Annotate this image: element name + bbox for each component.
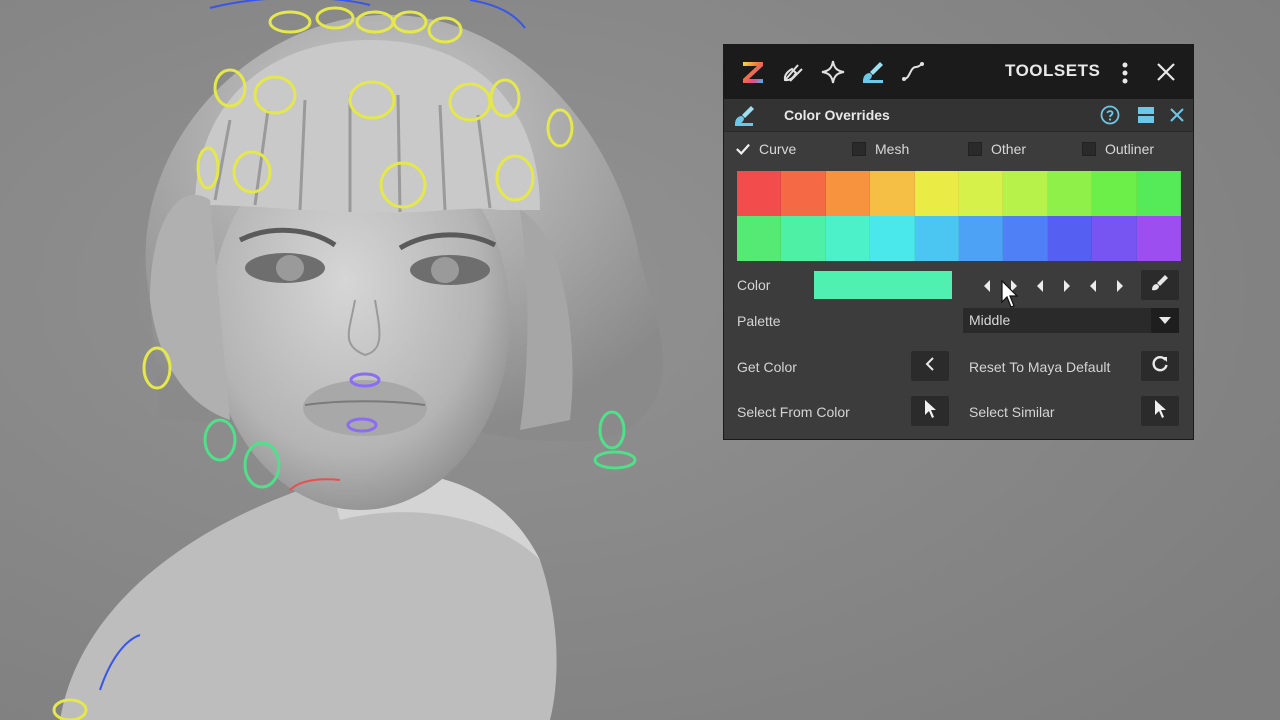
layout-icon[interactable] — [1136, 105, 1156, 125]
override-type-checkboxes: Curve Mesh Other Outliner — [736, 141, 1186, 161]
paint-brush-icon[interactable] — [860, 59, 886, 85]
color-swatch[interactable] — [1003, 216, 1048, 261]
cursor-icon — [923, 399, 937, 424]
other-checkbox[interactable]: Other — [968, 141, 1026, 157]
close-panel-icon[interactable] — [1168, 106, 1186, 124]
color-swatch[interactable] — [825, 216, 871, 261]
color-swatch[interactable] — [914, 171, 959, 216]
mouse-pointer-icon — [1000, 279, 1020, 310]
left-arrow-icon[interactable] — [1080, 276, 1107, 296]
color-swatch[interactable] — [870, 171, 915, 216]
checkbox-box — [852, 142, 866, 156]
color-swatch[interactable] — [1047, 171, 1093, 216]
sparkle-icon[interactable] — [820, 59, 846, 85]
get-color-label: Get Color — [737, 359, 797, 375]
current-color-field[interactable] — [814, 271, 952, 299]
checkbox-label: Mesh — [875, 141, 910, 157]
color-swatch[interactable] — [737, 216, 782, 261]
toolsets-title: TOOLSETS — [1005, 61, 1101, 80]
color-swatch[interactable] — [1136, 171, 1181, 216]
z-logo-icon[interactable] — [740, 59, 766, 85]
palette-value: Middle — [969, 312, 1011, 328]
paint-brush-icon — [1150, 273, 1170, 298]
select-similar-button[interactable] — [1141, 396, 1179, 426]
right-arrow-icon[interactable] — [1054, 276, 1081, 296]
checkbox-box — [1082, 142, 1096, 156]
get-color-button[interactable] — [911, 351, 949, 381]
color-swatch[interactable] — [737, 171, 782, 216]
color-swatch[interactable] — [1092, 216, 1137, 261]
color-swatch[interactable] — [825, 171, 871, 216]
curve-checkbox[interactable]: Curve — [736, 141, 796, 157]
color-swatch-grid — [737, 171, 1181, 261]
checkmark-icon — [736, 142, 750, 156]
left-arrow-icon[interactable] — [974, 276, 1001, 296]
checkbox-label: Curve — [759, 141, 797, 157]
panel-title: Color Overrides — [784, 107, 890, 123]
color-swatch[interactable] — [870, 216, 915, 261]
toolsets-header: TOOLSETS — [724, 45, 1193, 99]
select-similar-label: Select Similar — [969, 404, 1055, 420]
checkbox-box — [968, 142, 982, 156]
color-step-arrows — [974, 276, 1133, 296]
paint-brush-icon — [732, 103, 758, 129]
chevron-down-icon — [1151, 308, 1179, 333]
palette-dropdown[interactable]: Middle — [963, 308, 1179, 333]
palette-label: Palette — [737, 313, 781, 329]
curve-icon[interactable] — [900, 59, 926, 85]
rocket-brush-icon[interactable] — [780, 59, 806, 85]
cursor-icon — [1153, 399, 1167, 424]
help-icon[interactable] — [1100, 105, 1120, 125]
color-swatch[interactable] — [914, 216, 959, 261]
refresh-icon — [1150, 354, 1170, 379]
color-swatch[interactable] — [959, 171, 1004, 216]
checkbox-label: Outliner — [1105, 141, 1155, 157]
color-overrides-header: Color Overrides — [724, 99, 1193, 132]
select-from-color-label: Select From Color — [737, 404, 850, 420]
more-menu-icon[interactable] — [1118, 61, 1132, 85]
checkbox-label: Other — [991, 141, 1027, 157]
chevron-left-icon — [925, 356, 935, 376]
color-swatch[interactable] — [1003, 171, 1048, 216]
left-arrow-icon[interactable] — [1027, 276, 1054, 296]
color-swatch[interactable] — [959, 216, 1004, 261]
color-swatch[interactable] — [1092, 171, 1137, 216]
color-label: Color — [737, 277, 771, 293]
reset-label: Reset To Maya Default — [969, 359, 1111, 375]
color-swatch[interactable] — [781, 216, 826, 261]
toolsets-panel: TOOLSETS Color Overrides Curve Mesh Othe… — [723, 44, 1194, 440]
apply-color-button[interactable] — [1141, 270, 1179, 300]
select-from-color-button[interactable] — [911, 396, 949, 426]
color-swatch[interactable] — [1136, 216, 1181, 261]
color-swatch[interactable] — [1047, 216, 1093, 261]
reset-to-default-button[interactable] — [1141, 351, 1179, 381]
color-swatch[interactable] — [781, 171, 826, 216]
mesh-checkbox[interactable]: Mesh — [852, 141, 909, 157]
outliner-checkbox[interactable]: Outliner — [1082, 141, 1154, 157]
close-toolsets-icon[interactable] — [1154, 60, 1178, 84]
right-arrow-icon[interactable] — [1107, 276, 1134, 296]
